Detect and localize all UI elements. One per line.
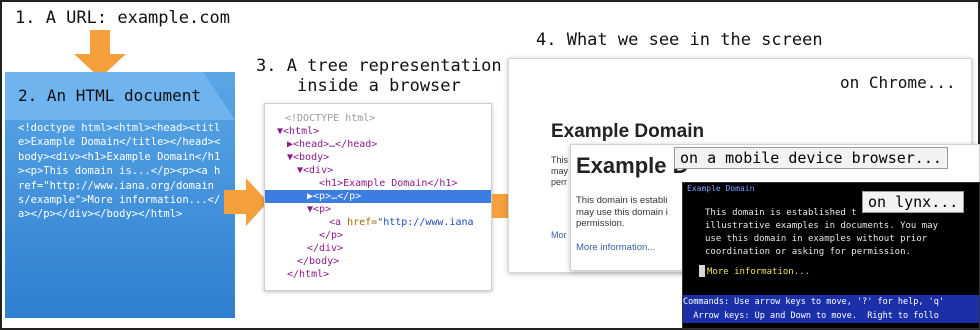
tree-h1[interactable]: <h1>Example Domain</h1>: [319, 177, 457, 190]
tree-p-selected[interactable]: ▶<p>…</p>: [265, 190, 491, 203]
tree-p-close: </p>: [319, 230, 344, 241]
chrome-paragraph: This may perr: [551, 155, 568, 188]
lynx-paragraph: This domain is established t illustrativ…: [705, 207, 938, 259]
tree-anchor[interactable]: <a href="http://www.iana: [329, 216, 474, 229]
step-3-label-line1: 3. A tree representation: [256, 56, 502, 76]
lynx-label: on lynx...: [862, 191, 965, 213]
chrome-more-info-link[interactable]: Mor: [551, 230, 567, 240]
chrome-text-line: perr: [551, 177, 568, 187]
lynx-more-info-link[interactable]: More information...: [707, 267, 810, 277]
tree-p-open[interactable]: ▼<p>: [307, 203, 331, 216]
tree-body-close: </body>: [297, 256, 340, 267]
lynx-status-bar-1: Commands: Use arrow keys to move, '?' fo…: [683, 295, 979, 309]
tree-head[interactable]: ▶<head>…</head>: [287, 138, 377, 151]
lynx-text-line: illustrative examples in documents. You …: [705, 221, 938, 231]
mobile-page-heading: Example D: [576, 153, 689, 178]
tree-div-open[interactable]: ▼<div>: [297, 164, 333, 177]
lynx-title: Example Domain: [687, 184, 755, 193]
tree-html-close: </html>: [287, 269, 330, 280]
mobile-text-line: This domain is establi: [576, 195, 668, 206]
step-2-label: 2. An HTML document: [18, 86, 202, 105]
step-3-label-line2: inside a browser: [297, 76, 461, 96]
mobile-text-line: permission.: [576, 218, 625, 229]
tree-anchor-attr: href=: [347, 217, 378, 228]
lynx-status-bar-2: Arrow keys: Up and Down to move. Right t…: [683, 309, 979, 323]
mobile-more-info-link[interactable]: More information...: [576, 242, 655, 253]
tree-div-close: </div>: [307, 243, 344, 254]
tree-anchor-value: "http://www.iana: [377, 217, 474, 228]
tree-anchor-tag: <a: [329, 217, 342, 228]
tree-html-open[interactable]: ▼<html>: [277, 125, 319, 138]
tree-doctype: <!DOCTYPE html>: [285, 113, 376, 124]
tree-body-open[interactable]: ▼<body>: [287, 151, 329, 164]
mobile-text-line: may use this domain i: [576, 206, 668, 218]
chrome-page-heading: Example Domain: [551, 121, 705, 142]
step-4-label: 4. What we see in the screen: [536, 30, 823, 50]
dom-tree-panel: <!DOCTYPE html> ▼<html> ▶<head>…</head> …: [264, 103, 492, 291]
mobile-label: on a mobile device browser...: [674, 147, 948, 169]
chrome-label: on Chrome...: [840, 73, 956, 92]
chrome-text-line: This: [551, 155, 569, 165]
lynx-text-line: use this domain in examples without prio…: [705, 234, 928, 244]
step-1-label: 1. A URL: example.com: [15, 8, 230, 28]
lynx-text-line: coordination or asking for permission.: [705, 247, 911, 257]
html-source-code: <!doctype html><html><head><title>Exampl…: [18, 122, 221, 221]
chrome-text-line: may: [551, 166, 569, 176]
mobile-paragraph: This domain is establi may use this doma…: [576, 195, 668, 230]
lynx-cursor: [699, 265, 705, 277]
